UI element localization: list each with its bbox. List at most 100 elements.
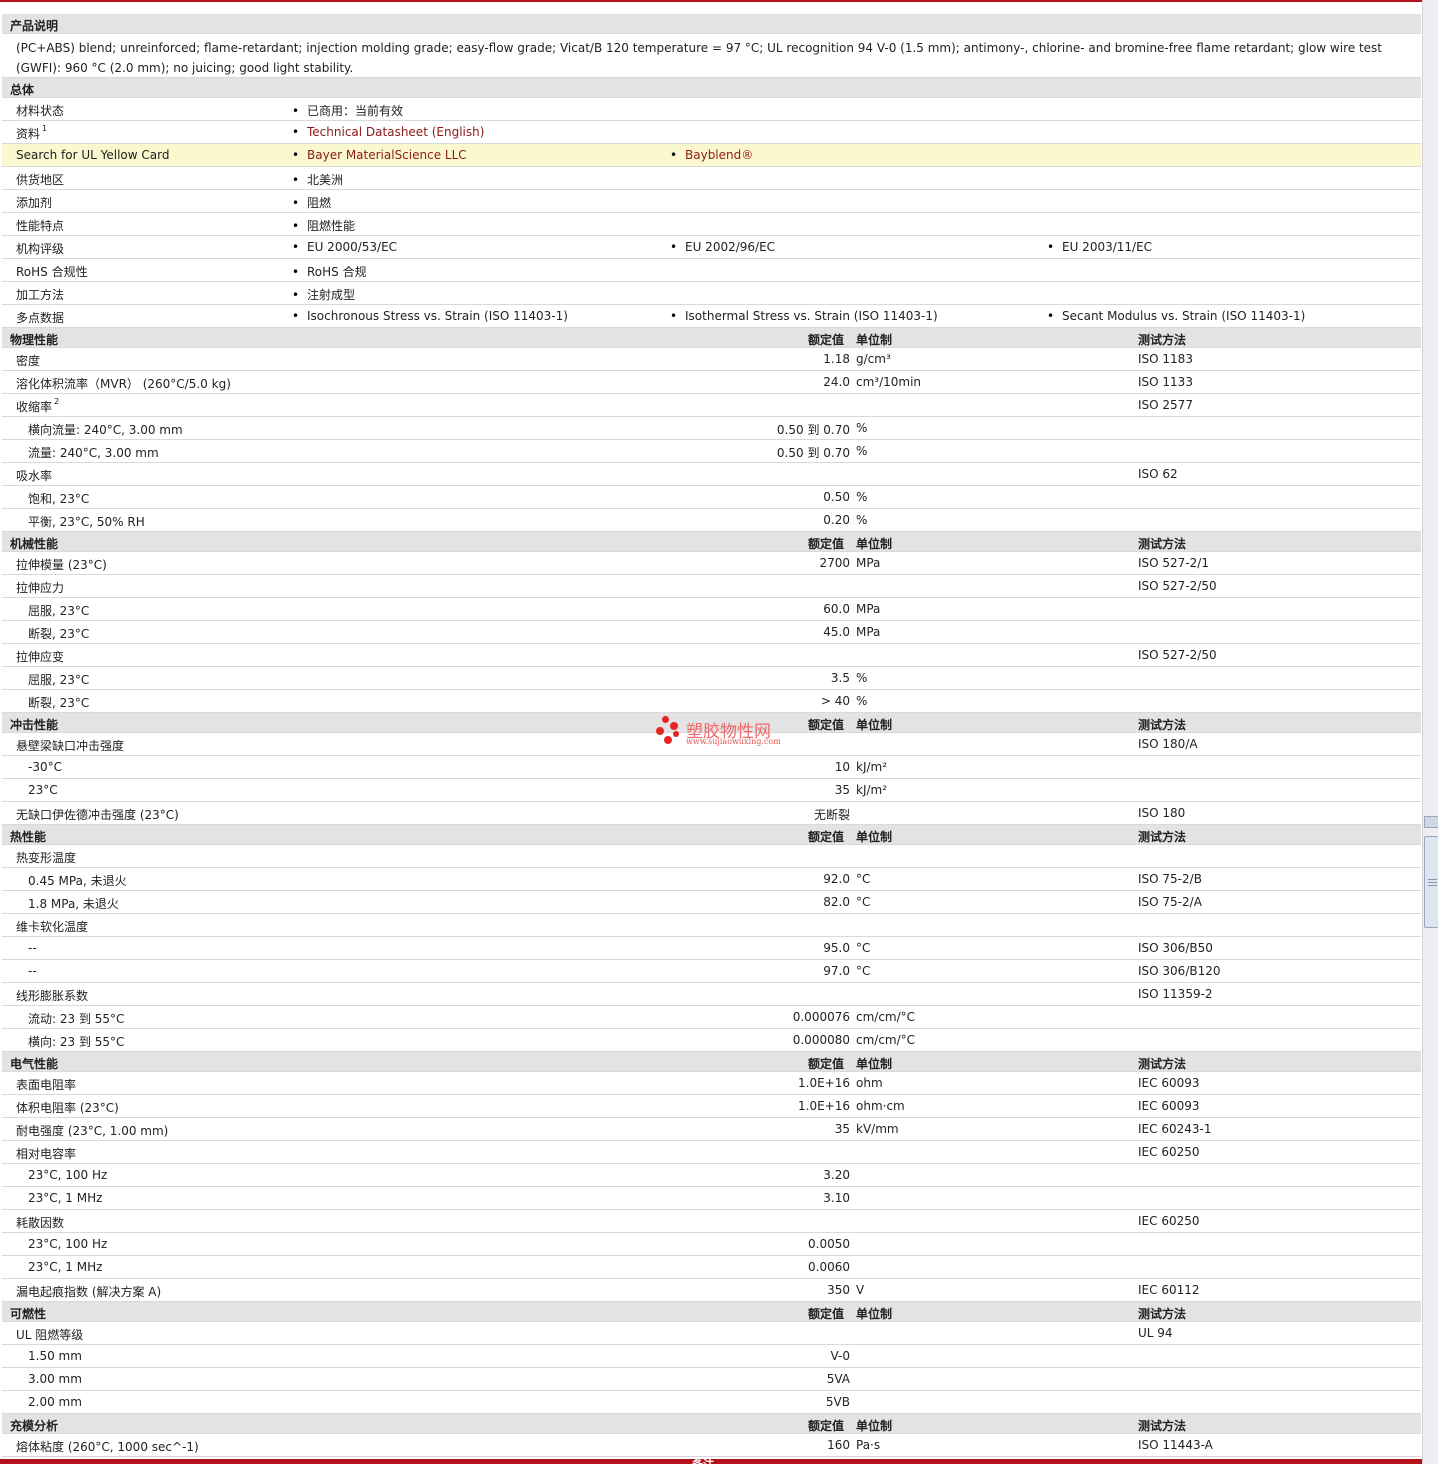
link-item[interactable]: Technical Datasheet (English) bbox=[292, 125, 484, 139]
scrollbar-thumb[interactable] bbox=[1424, 836, 1438, 928]
property-label: 断裂, 23°C bbox=[28, 696, 90, 710]
general-row: 添加剂 阻燃 bbox=[2, 190, 1421, 213]
property-unit: cm/cm/°C bbox=[856, 1010, 916, 1024]
link-item[interactable]: Bayblend® bbox=[670, 148, 753, 162]
property-row: 3.00 mm 5VA bbox=[2, 1368, 1421, 1391]
test-method: IEC 60243-1 bbox=[1138, 1122, 1212, 1136]
property-label: 23°C, 1 MHz bbox=[28, 1191, 103, 1205]
row-label: 加工方法 bbox=[16, 288, 65, 302]
footnote-marker: 2 bbox=[54, 397, 60, 406]
general-row: 性能特点 阻燃性能 bbox=[2, 213, 1421, 236]
footer-label: 备注 bbox=[692, 1458, 714, 1471]
value-item: EU 2003/11/EC bbox=[1047, 240, 1152, 254]
value-item: RoHS 合规 bbox=[292, 263, 367, 280]
test-method: ISO 306/B50 bbox=[1138, 941, 1213, 955]
column-header-value: 额定值 bbox=[808, 830, 845, 844]
general-row: 机构评级 EU 2000/53/EC EU 2002/96/EC EU 2003/11… bbox=[2, 236, 1421, 259]
property-row: 耐电强度 (23°C, 1.00 mm) 35 kV/mm IEC 60243-1 bbox=[2, 1118, 1421, 1141]
property-unit: °C bbox=[856, 872, 871, 886]
property-value: 160 bbox=[827, 1438, 850, 1452]
property-row: 密度 1.18 g/cm³ ISO 1183 bbox=[2, 348, 1421, 371]
property-unit: % bbox=[856, 421, 868, 435]
property-row: 吸水率 ISO 62 bbox=[2, 463, 1421, 486]
property-label: 平衡, 23°C, 50% RH bbox=[28, 515, 145, 529]
property-value: 0.000080 bbox=[792, 1033, 850, 1047]
test-method: ISO 75-2/A bbox=[1138, 895, 1202, 909]
column-header-value: 额定值 bbox=[808, 1419, 845, 1433]
property-label: 溶化体积流率（MVR） (260°C/5.0 kg) bbox=[16, 377, 231, 391]
property-unit: °C bbox=[856, 941, 871, 955]
footnote-marker: 1 bbox=[42, 124, 48, 133]
property-row: 熔体粘度 (260°C, 1000 sec^-1) 160 Pa·s ISO 1144… bbox=[2, 1434, 1421, 1457]
value-item: 阻燃性能 bbox=[292, 217, 355, 234]
property-label: 断裂, 23°C bbox=[28, 627, 90, 641]
property-label: 耗散因数 bbox=[16, 1216, 65, 1230]
property-row: 热变形温度 bbox=[2, 845, 1421, 868]
property-label: 拉伸应变 bbox=[16, 650, 65, 664]
property-row: 维卡软化温度 bbox=[2, 914, 1421, 937]
test-method: IEC 60093 bbox=[1138, 1076, 1200, 1090]
test-method: ISO 75-2/B bbox=[1138, 872, 1202, 886]
row-label: 多点数据 bbox=[16, 311, 65, 325]
row-label: 性能特点 bbox=[16, 219, 65, 233]
property-unit: cm/cm/°C bbox=[856, 1033, 916, 1047]
property-row: -30°C 10 kJ/m² bbox=[2, 756, 1421, 779]
column-header-method: 测试方法 bbox=[1138, 830, 1187, 844]
property-value: 24.0 bbox=[823, 375, 850, 389]
property-row: 线形膨胀系数 ISO 11359-2 bbox=[2, 983, 1421, 1006]
property-label: 体积电阻率 (23°C) bbox=[16, 1101, 119, 1115]
column-header-value: 额定值 bbox=[808, 537, 845, 551]
test-method: IEC 60093 bbox=[1138, 1099, 1200, 1113]
top-accent-bar bbox=[0, 0, 1422, 2]
property-value: 2700 bbox=[819, 556, 850, 570]
property-value: 45.0 bbox=[823, 625, 850, 639]
column-header-value: 额定值 bbox=[808, 1057, 845, 1071]
property-row: 拉伸应变 ISO 527-2/50 bbox=[2, 644, 1421, 667]
column-header-method: 测试方法 bbox=[1138, 1307, 1187, 1321]
footer-bar[interactable]: 备注 bbox=[0, 1458, 1422, 1471]
vertical-scrollbar[interactable] bbox=[1422, 0, 1438, 1464]
property-value: V-0 bbox=[830, 1349, 850, 1363]
property-value: 0.50 到 0.70 bbox=[776, 446, 850, 460]
property-row: 相对电容率 IEC 60250 bbox=[2, 1141, 1421, 1164]
thumb-grip bbox=[1428, 885, 1437, 886]
property-row: 表面电阻率 1.0E+16 ohm IEC 60093 bbox=[2, 1072, 1421, 1095]
property-value: 3.5 bbox=[830, 671, 850, 685]
column-header-method: 测试方法 bbox=[1138, 1057, 1187, 1071]
property-label: 维卡软化温度 bbox=[16, 920, 89, 934]
property-row: 横向: 23 到 55°C 0.000080 cm/cm/°C bbox=[2, 1029, 1421, 1052]
section-header: 物理性能 额定值 单位制 测试方法 bbox=[2, 328, 1421, 348]
property-label: 耐电强度 (23°C, 1.00 mm) bbox=[16, 1124, 169, 1138]
row-label: 材料状态 bbox=[16, 104, 65, 118]
property-label: 拉伸模量 (23°C) bbox=[16, 558, 107, 572]
general-row: 资料1 Technical Datasheet (English) bbox=[2, 121, 1421, 144]
property-label: -- bbox=[28, 941, 37, 955]
property-value: 10 bbox=[834, 760, 850, 774]
column-header-method: 测试方法 bbox=[1138, 718, 1187, 732]
property-label: -- bbox=[28, 964, 37, 978]
property-label: 无缺口伊佐德冲击强度 (23°C) bbox=[16, 808, 179, 822]
test-method: ISO 62 bbox=[1138, 467, 1178, 481]
watermark-dot bbox=[656, 727, 664, 735]
description-row: (PC+ABS) blend; unreinforced; flame-reta… bbox=[2, 34, 1421, 78]
property-label: 3.00 mm bbox=[28, 1372, 82, 1386]
property-value: 0.50 bbox=[823, 490, 850, 504]
property-value: 92.0 bbox=[823, 872, 850, 886]
property-unit: Pa·s bbox=[856, 1438, 881, 1452]
value-item: 已商用：当前有效 bbox=[292, 102, 403, 119]
column-header-unit: 单位制 bbox=[856, 333, 893, 347]
property-row: 屈服, 23°C 60.0 MPa bbox=[2, 598, 1421, 621]
property-value: 0.000076 bbox=[792, 1010, 850, 1024]
section-header: 机械性能 额定值 单位制 测试方法 bbox=[2, 532, 1421, 552]
section-title: 产品说明 bbox=[10, 19, 59, 33]
property-value: 35 bbox=[834, 783, 850, 797]
link-item[interactable]: Bayer MaterialScience LLC bbox=[292, 148, 467, 162]
general-row: RoHS 合规性 RoHS 合规 bbox=[2, 259, 1421, 282]
property-unit: MPa bbox=[856, 602, 881, 616]
property-row: 23°C, 1 MHz 0.0060 bbox=[2, 1256, 1421, 1279]
row-label: 供货地区 bbox=[16, 173, 65, 187]
watermark-dot bbox=[662, 716, 669, 723]
property-unit: g/cm³ bbox=[856, 352, 891, 366]
property-value: 350 bbox=[827, 1283, 850, 1297]
row-label: 添加剂 bbox=[16, 196, 53, 210]
